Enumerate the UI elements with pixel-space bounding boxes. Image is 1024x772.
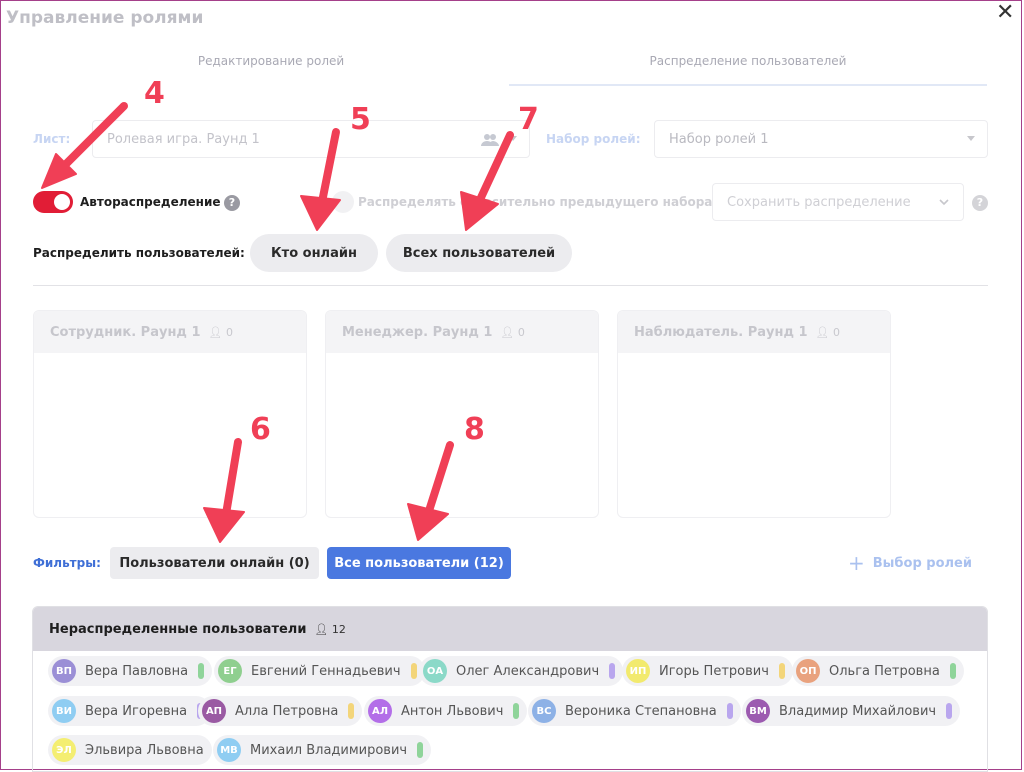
relative-toggle[interactable] xyxy=(332,191,354,213)
role-color-marker xyxy=(949,663,956,679)
chevron-down-icon xyxy=(509,136,517,141)
sheet-select[interactable]: Ролевая игра. Раунд 1 xyxy=(92,120,530,158)
role-card[interactable]: Наблюдатель. Раунд 1 👤︎ 0 xyxy=(617,310,891,518)
user-name: Ольга Петровна xyxy=(829,663,940,679)
user-chip[interactable]: ОА Олег Александрович xyxy=(419,656,624,686)
role-card-count: 👤︎ 0 xyxy=(815,325,841,339)
role-color-marker xyxy=(513,703,520,719)
tab-distribute-users[interactable]: Распределение пользователей xyxy=(633,54,863,68)
sheet-select-value: Ролевая игра. Раунд 1 xyxy=(107,131,260,147)
user-name: Олег Александрович xyxy=(456,663,600,679)
avatar: ВИ xyxy=(52,699,76,723)
users-icon xyxy=(481,134,499,146)
role-card-title: Менеджер. Раунд 1 xyxy=(342,324,493,340)
chevron-down-icon xyxy=(939,199,949,206)
auto-distribute-label: Автораспределение xyxy=(80,195,221,209)
tab-edit-roles[interactable]: Редактирование ролей xyxy=(156,54,386,68)
avatar: МВ xyxy=(217,738,241,762)
dialog-title: Управление ролями xyxy=(6,8,204,28)
user-name: Эльвира Львовна xyxy=(85,742,204,758)
plus-icon: + xyxy=(848,551,865,575)
avatar: ВС xyxy=(532,699,556,723)
user-name: Михаил Владимирович xyxy=(250,742,408,758)
sheet-label: Лист: xyxy=(33,132,71,146)
user-chip[interactable]: ЭЛ Эльвира Львовна xyxy=(48,735,212,765)
role-card-title: Наблюдатель. Раунд 1 xyxy=(634,324,808,340)
filters-label: Фильтры: xyxy=(33,556,101,570)
role-card-count: 👤︎ 0 xyxy=(500,325,525,339)
distribute-online-button[interactable]: Кто онлайн xyxy=(250,234,378,272)
role-color-marker xyxy=(609,663,616,679)
user-name: Алла Петровна xyxy=(235,703,339,719)
section-divider xyxy=(33,285,988,286)
user-name: Владимир Михайлович xyxy=(779,703,937,719)
chevron-down-icon xyxy=(967,136,975,141)
close-icon[interactable]: ✕ xyxy=(996,2,1014,24)
role-color-marker xyxy=(726,703,733,719)
save-distribution-value: Сохранить распределение xyxy=(727,194,911,210)
role-color-marker xyxy=(417,742,424,758)
avatar: ЕГ xyxy=(218,659,242,683)
choose-roles-button[interactable]: + Выбор ролей xyxy=(848,553,972,573)
user-chip[interactable]: МВ Михаил Владимирович xyxy=(213,735,432,765)
avatar: ОА xyxy=(423,659,447,683)
help-icon[interactable]: ? xyxy=(972,195,988,211)
active-tab-underline xyxy=(509,84,987,86)
avatar: ВП xyxy=(52,659,76,683)
annotation-number: 6 xyxy=(250,412,271,447)
filter-all-button[interactable]: Все пользователи (12) xyxy=(327,547,511,579)
choose-roles-label: Выбор ролей xyxy=(872,555,972,571)
role-color-marker xyxy=(348,703,355,719)
avatar: АП xyxy=(202,699,226,723)
role-color-marker xyxy=(198,663,205,679)
unassigned-count: 👤︎ 12 xyxy=(314,622,346,636)
help-icon[interactable]: ? xyxy=(224,195,240,211)
relative-label: Распределять относительно предыдущего на… xyxy=(358,195,713,209)
user-chip[interactable]: ВИ Вера Игоревна xyxy=(48,696,212,726)
role-card-count: 👤︎ 0 xyxy=(208,325,233,339)
user-name: Вероника Степановна xyxy=(565,703,717,719)
avatar: ОП xyxy=(796,659,820,683)
user-chip[interactable]: ОП Ольга Петровна xyxy=(792,656,964,686)
user-chip[interactable]: АЛ Антон Львович xyxy=(364,696,528,726)
auto-distribute-toggle[interactable] xyxy=(33,191,73,213)
roleset-label: Набор ролей: xyxy=(546,132,641,146)
role-card-title: Сотрудник. Раунд 1 xyxy=(50,324,201,340)
user-chip[interactable]: ВП Вера Павловна xyxy=(48,656,213,686)
user-name: Евгений Геннадьевич xyxy=(251,663,401,679)
distribute-all-button[interactable]: Всех пользователей xyxy=(386,234,572,272)
role-card[interactable]: Менеджер. Раунд 1 👤︎ 0 xyxy=(325,310,599,518)
user-name: Вера Павловна xyxy=(85,663,189,679)
user-chip[interactable]: АП Алла Петровна xyxy=(198,696,363,726)
avatar: ЭЛ xyxy=(52,738,76,762)
distribute-label: Распределить пользователей: xyxy=(33,246,245,260)
filter-online-button[interactable]: Пользователи онлайн (0) xyxy=(110,547,319,579)
user-name: Вера Игоревна xyxy=(85,703,188,719)
user-name: Антон Львович xyxy=(401,703,504,719)
save-distribution-select[interactable]: Сохранить распределение xyxy=(712,183,964,221)
user-chip[interactable]: ЕГ Евгений Геннадьевич xyxy=(214,656,425,686)
user-chip[interactable]: ВС Вероника Степановна xyxy=(528,696,741,726)
avatar: АЛ xyxy=(368,699,392,723)
avatar: ВМ xyxy=(746,699,770,723)
user-name: Игорь Петрович xyxy=(659,663,769,679)
role-color-marker xyxy=(946,703,953,719)
role-color-marker xyxy=(778,663,785,679)
user-chip[interactable]: ИП Игорь Петрович xyxy=(622,656,793,686)
annotation-number: 4 xyxy=(144,76,165,111)
annotation-number: 5 xyxy=(350,102,371,137)
roleset-select[interactable]: Набор ролей 1 xyxy=(654,120,988,158)
annotation-number: 7 xyxy=(518,102,539,137)
roleset-select-value: Набор ролей 1 xyxy=(669,131,769,147)
user-chip[interactable]: ВМ Владимир Михайлович xyxy=(742,696,961,726)
toggle-knob xyxy=(54,194,70,210)
avatar: ИП xyxy=(626,659,650,683)
unassigned-title: Нераспределенные пользователи xyxy=(49,621,307,637)
annotation-number: 8 xyxy=(464,412,485,447)
role-color-marker xyxy=(410,663,417,679)
